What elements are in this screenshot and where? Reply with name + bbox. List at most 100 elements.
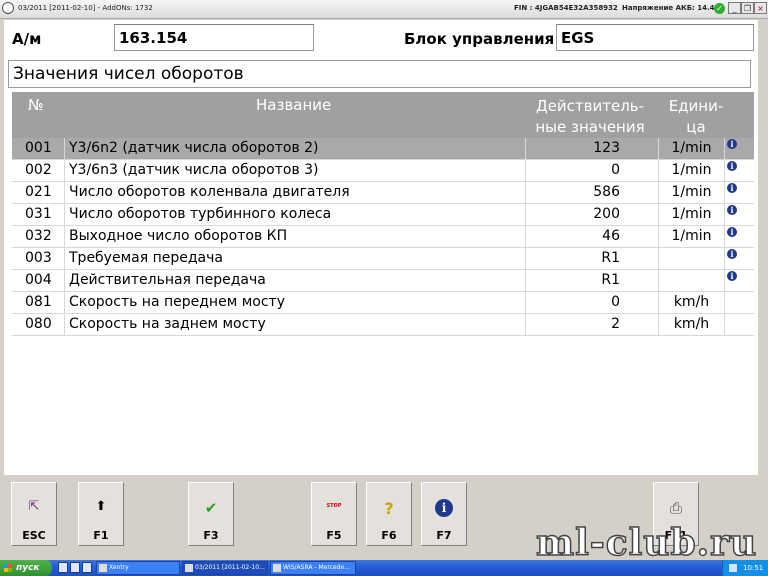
tray-icon <box>729 564 737 572</box>
table-row[interactable]: 003 Требуемая передача R1 i <box>12 248 754 270</box>
row-unit: 1/min <box>658 182 724 203</box>
start-button-label: пуск <box>16 563 40 573</box>
row-number: 003 <box>25 250 52 266</box>
row-value: 586 <box>593 184 620 200</box>
row-value: 2 <box>611 316 620 332</box>
row-unit: 1/min <box>658 138 724 159</box>
f6-button-label: F6 <box>381 529 397 542</box>
row-unit: km/h <box>658 292 724 313</box>
ecu-label: Блок управления <box>404 30 555 48</box>
row-name: Скорость на переднем мосту <box>64 292 525 313</box>
value-table: 001 Y3/6n2 (датчик числа оборотов 2) 123… <box>12 138 754 336</box>
f1-button-label: F1 <box>93 529 109 542</box>
taskbar-task[interactable]: 03/2011 [2011-02-10... <box>182 561 268 575</box>
row-name: Скорость на заднем мосту <box>64 314 525 335</box>
info-icon[interactable]: i <box>727 227 737 237</box>
check-icon: ✔ <box>204 499 218 517</box>
info-icon[interactable]: i <box>727 249 737 259</box>
table-row[interactable]: 004 Действительная передача R1 i <box>12 270 754 292</box>
restore-button[interactable]: ❐ <box>741 2 754 14</box>
ecu-value-field: EGS <box>556 24 754 51</box>
f1-button[interactable]: ⬆ F1 <box>78 482 124 546</box>
row-number: 021 <box>25 184 52 200</box>
table-row[interactable]: 001 Y3/6n2 (датчик числа оборотов 2) 123… <box>12 138 754 160</box>
info-icon[interactable]: i <box>727 205 737 215</box>
row-name: Число оборотов турбинного колеса <box>64 204 525 225</box>
row-value: 0 <box>611 162 620 178</box>
taskbar-task[interactable]: WIS/ASRA - Mercede... <box>270 561 356 575</box>
f5-button[interactable]: STOP F5 <box>311 482 357 546</box>
info-icon[interactable]: i <box>727 183 737 193</box>
f3-button[interactable]: ✔ F3 <box>188 482 234 546</box>
system-tray: 10:51 <box>722 560 768 576</box>
column-header-unit-line2: ца <box>686 118 706 136</box>
table-row[interactable]: 081 Скорость на переднем мосту 0 km/h <box>12 292 754 314</box>
status-ok-icon: ✓ <box>714 3 725 14</box>
column-header-no: № <box>28 96 44 114</box>
column-header-unit-line1: Едини- <box>668 97 724 115</box>
quicklaunch-icon[interactable] <box>82 562 92 573</box>
table-header: № Название Действитель- ные значения Еди… <box>12 92 754 138</box>
minimize-button[interactable]: _ <box>728 2 741 14</box>
quicklaunch-icon[interactable] <box>70 562 80 573</box>
f5-button-label: F5 <box>326 529 342 542</box>
row-unit: km/h <box>658 314 724 335</box>
vehicle-value-field: 163.154 <box>114 24 314 51</box>
row-value: 200 <box>593 206 620 222</box>
f7-button-label: F7 <box>436 529 452 542</box>
row-value: 0 <box>611 294 620 310</box>
row-number: 002 <box>25 162 52 178</box>
taskbar-task-label: Xentry <box>109 564 129 571</box>
taskbar-task-label: 03/2011 [2011-02-10... <box>195 564 265 571</box>
start-button[interactable]: пуск <box>0 560 52 576</box>
vehicle-label: А/м <box>12 30 42 48</box>
windows-logo-icon <box>4 564 12 572</box>
info-icon[interactable]: i <box>727 161 737 171</box>
quicklaunch-icon[interactable] <box>58 562 68 573</box>
f7-button[interactable]: i F7 <box>421 482 467 546</box>
app-icon <box>99 564 107 572</box>
section-title: Значения чисел оборотов <box>8 60 751 88</box>
table-row[interactable]: 002 Y3/6n3 (датчик числа оборотов 3) 0 1… <box>12 160 754 182</box>
help-icon: ? <box>384 499 394 518</box>
row-number: 004 <box>25 272 52 288</box>
row-unit: 1/min <box>658 204 724 225</box>
row-name: Действительная передача <box>64 270 525 291</box>
mercedes-logo-icon <box>2 2 14 14</box>
esc-button-label: ESC <box>22 529 46 542</box>
table-row[interactable]: 032 Выходное число оборотов КП 46 1/min … <box>12 226 754 248</box>
info-icon[interactable]: i <box>727 271 737 281</box>
taskbar: пуск Xentry 03/2011 [2011-02-10... WIS/A… <box>0 560 768 576</box>
app-icon <box>273 564 281 572</box>
row-name: Число оборотов коленвала двигателя <box>64 182 525 203</box>
info-icon: i <box>435 499 453 517</box>
column-header-name: Название <box>256 96 332 114</box>
table-row[interactable]: 031 Число оборотов турбинного колеса 200… <box>12 204 754 226</box>
battery-voltage: Напряжение АКБ: 14.4 V <box>622 4 723 12</box>
stop-icon: STOP <box>326 503 342 509</box>
window-title: 03/2011 [2011-02-10] - AddONs: 1732 <box>18 4 153 12</box>
f3-button-label: F3 <box>203 529 219 542</box>
row-number: 031 <box>25 206 52 222</box>
esc-button[interactable]: ⇱ ESC <box>11 482 57 546</box>
app-icon <box>185 564 193 572</box>
row-number: 001 <box>25 140 52 156</box>
print-icon: ⎙ <box>669 499 682 517</box>
row-value: R1 <box>601 250 620 266</box>
row-unit: 1/min <box>658 226 724 247</box>
table-row[interactable]: 021 Число оборотов коленвала двигателя 5… <box>12 182 754 204</box>
info-icon[interactable]: i <box>727 139 737 149</box>
row-number: 080 <box>25 316 52 332</box>
exit-icon: ⇱ <box>28 499 40 514</box>
row-name: Требуемая передача <box>64 248 525 269</box>
column-header-unit: Едини- ца <box>664 96 728 138</box>
row-unit <box>658 248 724 269</box>
table-row[interactable]: 080 Скорость на заднем мосту 2 km/h <box>12 314 754 336</box>
title-bar: 03/2011 [2011-02-10] - AddONs: 1732 FIN … <box>0 0 768 19</box>
row-name: Выходное число оборотов КП <box>64 226 525 247</box>
close-button[interactable]: × <box>754 2 767 14</box>
watermark: ml-club.ru <box>535 521 758 565</box>
taskbar-task[interactable]: Xentry <box>96 561 180 575</box>
f6-button[interactable]: ? F6 <box>366 482 412 546</box>
arrow-up-icon: ⬆ <box>95 499 107 514</box>
